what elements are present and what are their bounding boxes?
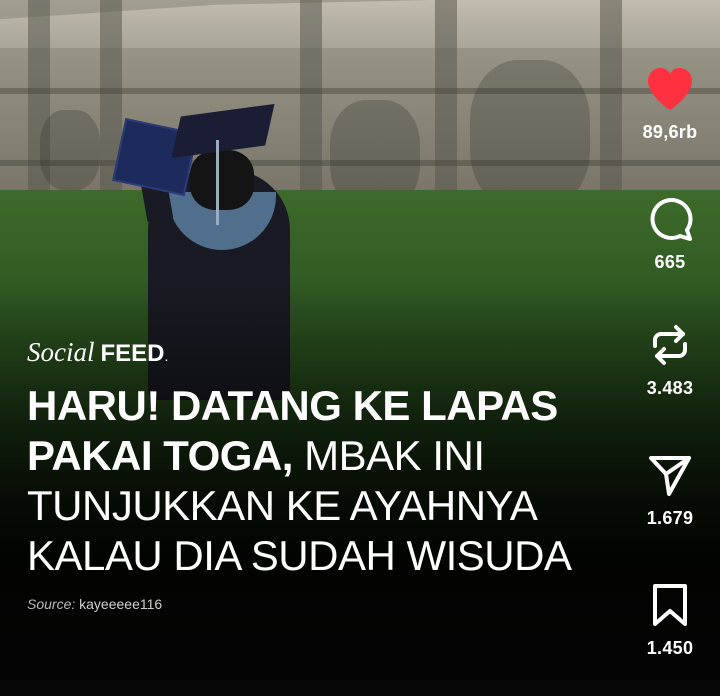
source-label: Source:	[27, 596, 76, 612]
share-button[interactable]: 1.679	[620, 452, 720, 529]
brand-mark: .	[164, 348, 169, 364]
source-handle: kayeeeee116	[79, 596, 163, 612]
brand-feed: FEED	[100, 340, 165, 367]
like-button[interactable]: 89,6rb	[620, 66, 720, 143]
save-count: 1.450	[646, 638, 694, 658]
brand-logo: Social FEED .	[27, 337, 168, 368]
comment-icon	[650, 198, 693, 241]
repost-icon	[653, 325, 687, 365]
comment-button[interactable]: 665	[620, 196, 720, 273]
headline-line-2-bold: PAKAI TOGA,	[27, 432, 293, 479]
comment-count: 665	[654, 252, 686, 272]
headline-line-4: KALAU DIA SUDAH WISUDA	[27, 532, 572, 579]
action-rail: 89,6rb 665 3.483 1.679 1.450	[620, 0, 720, 696]
like-count: 89,6rb	[642, 122, 698, 142]
brand-social: Social	[27, 337, 95, 367]
send-icon	[649, 456, 691, 496]
headline-line-3: TUNJUKKAN KE AYAHNYA	[27, 482, 538, 529]
save-button[interactable]: 1.450	[620, 582, 720, 659]
bookmark-icon	[653, 584, 687, 626]
repost-button[interactable]: 3.483	[620, 322, 720, 399]
headline-line-2-rest: MBAK INI	[292, 432, 485, 479]
repost-count: 3.483	[646, 378, 694, 398]
share-count: 1.679	[646, 508, 694, 528]
headline-line-2: PAKAI TOGA, MBAK INI	[27, 431, 627, 481]
source-credit: Source: kayeeeee116	[27, 596, 162, 612]
heart-icon	[648, 68, 692, 110]
headline-line-1: HARU! DATANG KE LAPAS	[27, 382, 558, 429]
headline: HARU! DATANG KE LAPAS PAKAI TOGA, MBAK I…	[27, 381, 627, 581]
